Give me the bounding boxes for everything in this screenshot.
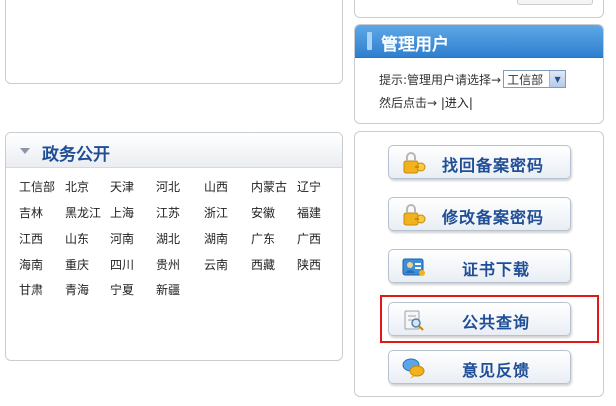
lock-key-icon — [403, 204, 426, 226]
region-link[interactable]: 福建 — [297, 204, 321, 221]
recover-password-button[interactable]: 找回备案密码 — [388, 145, 571, 179]
region-link[interactable]: 山东 — [65, 230, 89, 247]
region-link[interactable]: 上海 — [110, 204, 134, 221]
department-select-value: 工信部 — [507, 72, 544, 87]
change-password-label: 修改备案密码 — [442, 208, 545, 227]
top-right-panel — [354, 0, 604, 18]
region-link[interactable]: 安徽 — [251, 204, 275, 221]
region-link[interactable]: 重庆 — [65, 256, 89, 273]
manage-enter-row: 然后点击→ |进入| — [379, 94, 473, 111]
region-link[interactable]: 宁夏 — [110, 281, 134, 298]
region-link[interactable]: 山西 — [204, 178, 228, 195]
region-link[interactable]: 甘肃 — [19, 281, 43, 298]
recover-password-label: 找回备案密码 — [442, 156, 545, 175]
region-link[interactable]: 黑龙江 — [65, 204, 101, 221]
region-link[interactable]: 湖北 — [156, 230, 180, 247]
region-link[interactable]: 西藏 — [251, 256, 275, 273]
region-link[interactable]: 辽宁 — [297, 178, 321, 195]
region-link[interactable]: 工信部 — [19, 178, 55, 195]
region-link[interactable]: 海南 — [19, 256, 43, 273]
cert-download-button[interactable]: 证书下载 — [388, 249, 571, 283]
chat-bubbles-icon — [402, 358, 425, 379]
region-link[interactable]: 陕西 — [297, 256, 321, 273]
gov-affairs-title: 政务公开 — [42, 145, 110, 165]
lock-key-icon — [403, 152, 426, 174]
header-accent-bar — [367, 32, 372, 50]
region-link[interactable]: 广东 — [251, 230, 275, 247]
collapse-triangle-icon[interactable] — [20, 148, 30, 154]
region-link[interactable]: 河北 — [156, 178, 180, 195]
region-link[interactable]: 湖南 — [204, 230, 228, 247]
manage-users-panel: 管理用户 提示:管理用户请选择→ 工信部 ▼ 然后点击→ |进入| — [354, 24, 604, 124]
manage-users-header: 管理用户 — [355, 25, 603, 58]
cert-download-label: 证书下载 — [462, 260, 531, 279]
certificate-person-icon — [402, 258, 425, 276]
change-password-button[interactable]: 修改备案密码 — [388, 197, 571, 231]
region-link[interactable]: 北京 — [65, 178, 89, 195]
region-link[interactable]: 新疆 — [156, 281, 180, 298]
region-link[interactable]: 内蒙古 — [251, 178, 287, 195]
enter-link[interactable]: |进入| — [441, 96, 473, 110]
manage-users-title: 管理用户 — [381, 35, 449, 55]
top-left-panel — [5, 0, 343, 84]
region-link[interactable]: 江西 — [19, 230, 43, 247]
gov-affairs-header: 政务公开 — [6, 133, 342, 168]
chevron-down-icon[interactable]: ▼ — [549, 71, 566, 87]
service-buttons-panel: 找回备案密码 修改备案密码 证书下载 公共查询 意见反馈 — [354, 131, 604, 397]
then-click-text: 然后点击→ — [379, 96, 438, 110]
region-link[interactable]: 广西 — [297, 230, 321, 247]
gov-affairs-panel: 政务公开 工信部 北京 天津 河北 山西 内蒙古 辽宁吉林 黑龙江 上海 江苏 浙江 安徽 福建江西 山东… — [5, 132, 343, 361]
manage-hint-text: 提示:管理用户请选择→ — [379, 72, 502, 87]
region-link[interactable]: 河南 — [110, 230, 134, 247]
department-select[interactable]: 工信部 ▼ — [503, 70, 567, 88]
manage-hint-row: 提示:管理用户请选择→ 工信部 ▼ — [379, 70, 567, 88]
region-link[interactable]: 贵州 — [156, 256, 180, 273]
region-link[interactable]: 四川 — [110, 256, 134, 273]
region-link[interactable]: 云南 — [204, 256, 228, 273]
region-link[interactable]: 青海 — [65, 281, 89, 298]
region-link[interactable]: 天津 — [110, 178, 134, 195]
feedback-button[interactable]: 意见反馈 — [388, 350, 571, 384]
feedback-label: 意见反馈 — [462, 361, 531, 380]
region-link[interactable]: 吉林 — [19, 204, 43, 221]
highlight-box — [380, 295, 599, 343]
top-right-button-stub[interactable] — [517, 0, 593, 5]
region-link[interactable]: 浙江 — [204, 204, 228, 221]
region-link[interactable]: 江苏 — [156, 204, 180, 221]
